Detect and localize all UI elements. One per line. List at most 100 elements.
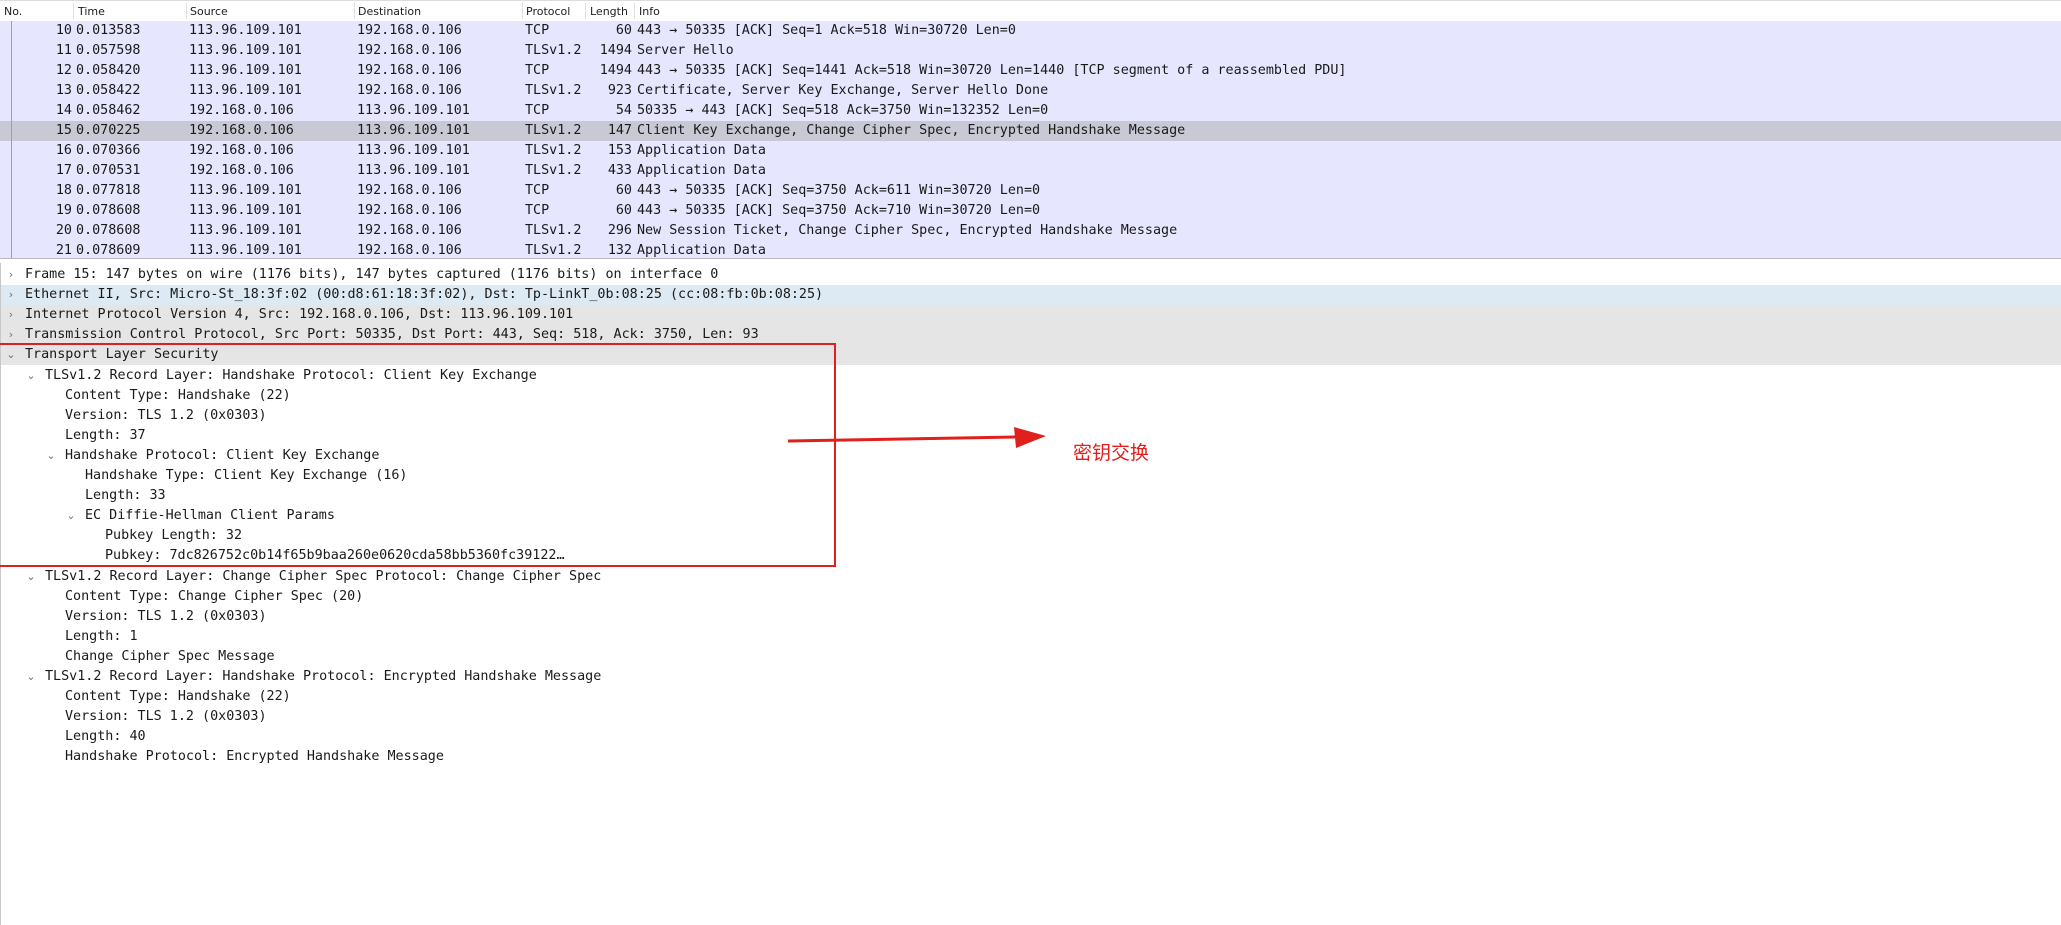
packet-length: 153 [607,143,632,158]
packet-protocol: TCP [525,183,550,198]
tree-item[interactable]: Pubkey: 7dc826752c0b14f65b9baa260e0620cd… [1,546,2061,566]
packet-protocol: TLSv1.2 [525,83,582,98]
packet-row[interactable]: 16 0.070366 192.168.0.106 113.96.109.101 TLS… [0,141,2061,161]
chevron-right-icon[interactable]: › [5,305,17,325]
packet-protocol: TLSv1.2 [525,243,582,258]
packet-destination: 113.96.109.101 [357,143,470,158]
tree-item-label: Handshake Protocol: Encrypted Handshake … [65,749,444,765]
tree-item[interactable]: ⌄ Transport Layer Security [1,345,2061,366]
tree-item[interactable]: ⌄ TLSv1.2 Record Layer: Change Cipher Spe… [1,567,2061,587]
packet-info: Certificate, Server Key Exchange, Server… [637,83,1049,98]
tree-item[interactable]: Pubkey Length: 32 [1,526,2061,546]
tree-item-label: Version: TLS 1.2 (0x0303) [65,407,267,423]
row-gutter [0,21,12,41]
chevron-down-icon[interactable]: ⌄ [25,567,37,587]
packet-time: 0.078609 [76,243,141,258]
packet-info: 443 → 50335 [ACK] Seq=1441 Ack=518 Win=3… [637,63,1347,78]
packet-row[interactable]: 13 0.058422 113.96.109.101 192.168.0.106 TLS… [0,81,2061,101]
packet-row[interactable]: 10 0.013583 113.96.109.101 192.168.0.106 TCP… [0,21,2061,41]
column-header-destination[interactable]: Destination [358,5,421,19]
packet-info: 443 → 50335 [ACK] Seq=3750 Ack=710 Win=3… [637,203,1041,218]
packet-row[interactable]: 19 0.078608 113.96.109.101 192.168.0.106 TCP… [0,201,2061,221]
packet-time: 0.077818 [76,183,141,198]
tree-item-label: Version: TLS 1.2 (0x0303) [65,709,267,725]
tree-item[interactable]: Length: 33 [1,486,2061,506]
row-gutter [0,161,12,181]
packet-time: 0.057598 [76,43,141,58]
tree-item[interactable]: Version: TLS 1.2 (0x0303) [1,607,2061,627]
chevron-down-icon[interactable]: ⌄ [25,366,37,386]
tree-item[interactable]: Content Type: Change Cipher Spec (20) [1,587,2061,607]
column-header-time[interactable]: Time [78,5,105,19]
tree-item[interactable]: Version: TLS 1.2 (0x0303) [1,406,2061,426]
chevron-right-icon[interactable]: › [5,285,17,305]
packet-list[interactable]: No. Time Source Destination Protocol Len… [0,0,2061,259]
packet-info: 443 → 50335 [ACK] Seq=1 Ack=518 Win=3072… [637,23,1016,38]
tree-item-label: Content Type: Change Cipher Spec (20) [65,588,364,604]
packet-row[interactable]: 11 0.057598 113.96.109.101 192.168.0.106 TLS… [0,41,2061,61]
chevron-down-icon[interactable]: ⌄ [65,506,77,526]
tree-item-label: Transmission Control Protocol, Src Port:… [25,327,759,343]
tree-item[interactable]: › Ethernet II, Src: Micro-St_18:3f:02 (00… [1,285,2061,306]
packet-row[interactable]: 20 0.078608 113.96.109.101 192.168.0.106 TLS… [0,221,2061,241]
packet-rows: 10 0.013583 113.96.109.101 192.168.0.106 TCP… [0,21,2061,258]
packet-source: 192.168.0.106 [189,123,294,138]
packet-details-tree[interactable]: › Frame 15: 147 bytes on wire (1176 bits)… [0,263,2061,925]
chevron-down-icon[interactable]: ⌄ [45,446,57,466]
packet-row-selected[interactable]: 15 0.070225 192.168.0.106 113.96.109.101 TLS… [0,121,2061,141]
packet-length: 1494 [599,43,632,58]
column-header-source[interactable]: Source [190,5,228,19]
packet-protocol: TLSv1.2 [525,163,582,178]
tree-item[interactable]: › Frame 15: 147 bytes on wire (1176 bits)… [1,265,2061,285]
packet-destination: 113.96.109.101 [357,163,470,178]
packet-info: Application Data [637,163,766,178]
chevron-right-icon[interactable]: › [5,265,17,285]
tree-item[interactable]: ⌄ EC Diffie-Hellman Client Params [1,506,2061,526]
packet-info: 443 → 50335 [ACK] Seq=3750 Ack=611 Win=3… [637,183,1041,198]
annotation-label: 密钥交换 [1073,442,1150,464]
column-header-length[interactable]: Length [590,5,628,19]
tree-item-label: Ethernet II, Src: Micro-St_18:3f:02 (00:… [25,287,824,303]
packet-info: Server Hello [637,43,734,58]
row-gutter [0,241,12,258]
tree-item[interactable]: Content Type: Handshake (22) [1,386,2061,406]
packet-destination: 192.168.0.106 [357,43,462,58]
packet-row[interactable]: 14 0.058462 192.168.0.106 113.96.109.101 TCP… [0,101,2061,121]
packet-length: 147 [607,123,632,138]
packet-destination: 192.168.0.106 [357,83,462,98]
column-header-info[interactable]: Info [639,5,660,19]
packet-length: 60 [615,23,632,38]
tree-item[interactable]: Version: TLS 1.2 (0x0303) [1,707,2061,727]
packet-row[interactable]: 18 0.077818 113.96.109.101 192.168.0.106 TCP… [0,181,2061,201]
tree-item[interactable]: ⌄ TLSv1.2 Record Layer: Handshake Protoco… [1,667,2061,687]
column-header-no[interactable]: No. [4,5,22,19]
packet-row[interactable]: 17 0.070531 192.168.0.106 113.96.109.101 TLS… [0,161,2061,181]
packet-destination: 192.168.0.106 [357,203,462,218]
packet-source: 113.96.109.101 [189,83,302,98]
packet-length: 433 [607,163,632,178]
tree-item[interactable]: Length: 40 [1,727,2061,747]
tree-item[interactable]: Handshake Protocol: Encrypted Handshake … [1,747,2061,767]
tree-item-label: EC Diffie-Hellman Client Params [85,508,335,524]
tree-item[interactable]: Content Type: Handshake (22) [1,687,2061,707]
packet-row[interactable]: 12 0.058420 113.96.109.101 192.168.0.106 TCP… [0,61,2061,81]
tree-item[interactable]: › Transmission Control Protocol, Src Port… [1,325,2061,346]
tree-item[interactable]: Change Cipher Spec Message [1,647,2061,667]
packet-row[interactable]: 21 0.078609 113.96.109.101 192.168.0.106 TLS… [0,241,2061,258]
packet-source: 113.96.109.101 [189,183,302,198]
tree-item[interactable]: ⌄ TLSv1.2 Record Layer: Handshake Protoco… [1,366,2061,386]
chevron-right-icon[interactable]: › [5,325,17,345]
tree-item-label: Version: TLS 1.2 (0x0303) [65,608,267,624]
tree-item-label: TLSv1.2 Record Layer: Handshake Protocol… [45,367,537,383]
column-header-protocol[interactable]: Protocol [526,5,570,19]
chevron-down-icon[interactable]: ⌄ [5,345,17,365]
tree-item[interactable]: Length: 1 [1,627,2061,647]
packet-time: 0.070531 [76,163,141,178]
chevron-down-icon[interactable]: ⌄ [25,667,37,687]
packet-destination: 192.168.0.106 [357,223,462,238]
tree-item[interactable]: › Internet Protocol Version 4, Src: 192.1… [1,305,2061,326]
packet-info: Application Data [637,143,766,158]
arrow-icon [788,427,1046,448]
tree-item-label: Change Cipher Spec Message [65,648,275,664]
tree-item[interactable]: Handshake Type: Client Key Exchange (16) [1,466,2061,486]
